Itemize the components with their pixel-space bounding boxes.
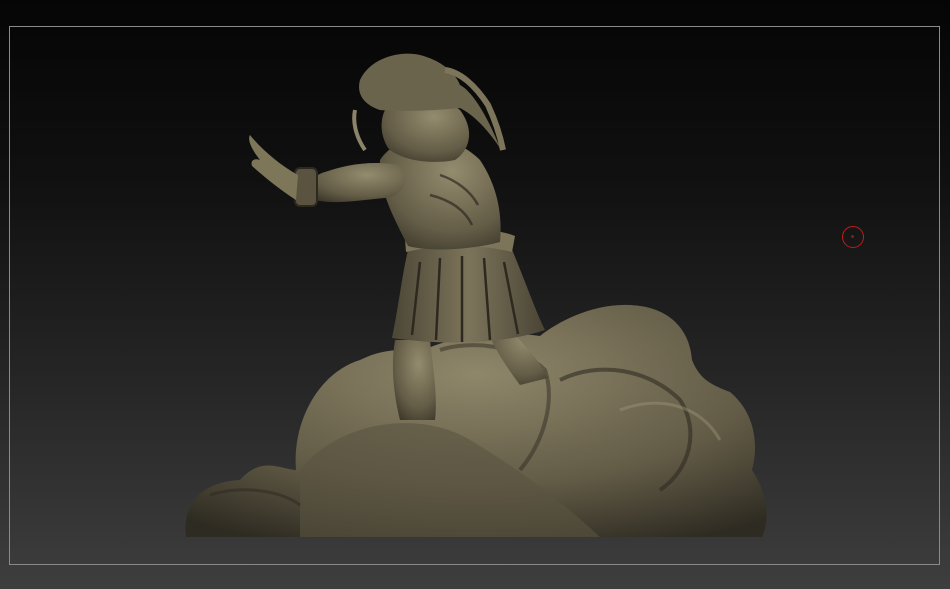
figure-head <box>352 53 506 162</box>
canvas-viewport[interactable] <box>0 0 950 589</box>
brush-cursor-icon <box>842 226 864 248</box>
figure-arm <box>249 135 405 207</box>
brush-cursor-center <box>851 235 854 238</box>
sculpt-model[interactable] <box>0 0 950 589</box>
